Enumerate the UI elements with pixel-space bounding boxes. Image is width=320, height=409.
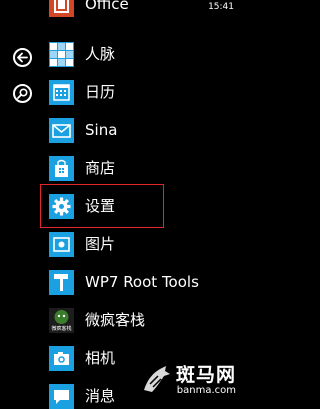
message-icon xyxy=(49,384,74,409)
app-label: 商店 xyxy=(85,159,116,177)
zebra-logo-icon xyxy=(143,366,170,392)
app-list-item[interactable]: 日历 xyxy=(49,80,239,105)
app-label: WP7 Root Tools xyxy=(85,273,199,291)
camera-icon xyxy=(49,346,74,371)
search-button[interactable] xyxy=(13,84,32,103)
highlight-box xyxy=(40,184,164,228)
app-label: 图片 xyxy=(85,235,116,253)
back-button[interactable] xyxy=(13,48,32,67)
app-label: 消息 xyxy=(85,387,116,405)
people-icon xyxy=(49,42,74,67)
app-label: 微疯客栈 xyxy=(85,311,146,329)
app-label: Office xyxy=(85,0,129,13)
hammer-icon xyxy=(49,270,74,295)
app-label: 相机 xyxy=(85,349,116,367)
watermark-url: banma.com xyxy=(176,385,236,396)
app-list-item[interactable]: 微疯客栈 微疯客栈 xyxy=(49,308,239,333)
store-icon xyxy=(49,156,74,181)
calendar-icon xyxy=(49,80,74,105)
app-list-item[interactable]: Office xyxy=(49,0,239,17)
app-list-item[interactable]: 商店 xyxy=(49,156,239,181)
watermark-brand: 斑马网 xyxy=(175,364,236,386)
weifeng-kezhan-icon: 微疯客栈 xyxy=(49,308,74,333)
app-label: 日历 xyxy=(85,83,116,101)
mail-icon xyxy=(49,118,74,143)
watermark: 斑马网 banma.com xyxy=(143,360,236,396)
app-label: 人脉 xyxy=(85,45,116,63)
office-icon xyxy=(49,0,74,17)
picture-icon xyxy=(49,232,74,257)
tile-caption: 微疯客栈 xyxy=(51,326,72,332)
app-list-item[interactable]: 图片 xyxy=(49,232,239,257)
app-label: Sina xyxy=(85,121,118,139)
app-list-item[interactable]: Sina xyxy=(49,118,239,143)
search-icon xyxy=(17,88,28,99)
back-arrow-icon xyxy=(17,52,28,63)
app-list-item[interactable]: 人脉 xyxy=(49,42,239,67)
app-list-item[interactable]: WP7 Root Tools xyxy=(49,270,239,295)
